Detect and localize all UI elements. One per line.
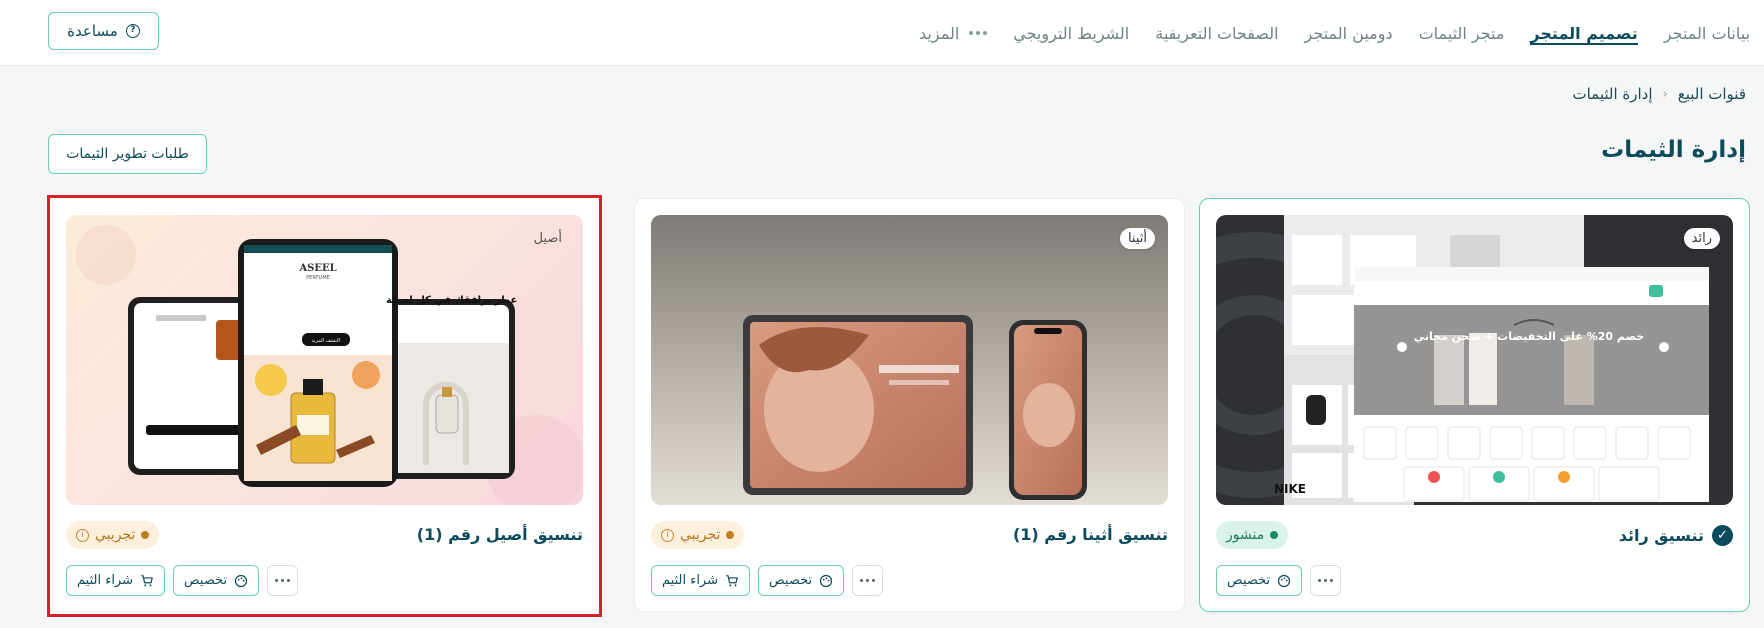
more-dots-icon — [1318, 579, 1334, 582]
dev-requests-label: طلبات تطوير الثيمات — [66, 146, 189, 162]
theme-actions: شراء الثيم تخصيص — [651, 565, 884, 596]
help-button[interactable]: ? مساعدة — [48, 12, 159, 50]
tab-label: دومين المتجر — [1304, 23, 1393, 43]
tab-label: متجر الثيمات — [1418, 23, 1505, 43]
theme-thumb-label: أثينا — [1119, 228, 1155, 249]
palette-icon — [1278, 574, 1291, 587]
aseel-brand-sub-text: PERFUME — [306, 275, 330, 281]
check-circle-icon: ✓ — [1712, 525, 1733, 546]
aseel-brand-text: ASEEL — [298, 263, 336, 274]
top-navigation-bar: بيانات المتجر تصميم المتجر متجر الثيمات … — [0, 0, 1764, 66]
tab-store-data[interactable]: بيانات المتجر — [1664, 0, 1750, 66]
store-tabs: بيانات المتجر تصميم المتجر متجر الثيمات … — [919, 0, 1750, 66]
raed-banner-text: خصم 20% على التخفيضات + شحن مجاني — [1414, 330, 1645, 343]
theme-preview-image[interactable]: أثينا — [651, 215, 1168, 505]
more-dots-icon — [969, 31, 988, 35]
athena-preview-art — [651, 215, 1168, 505]
aseel-headline-text: عطر يرافقك في كل لحظة — [386, 295, 517, 306]
theme-thumb-label: أصيل — [533, 231, 562, 246]
page-title: إدارة الثيمات — [1601, 137, 1746, 163]
customize-label: تخصيص — [184, 573, 228, 588]
status-dot-icon — [726, 531, 735, 539]
theme-card-athena: أثينا تنسيق أثينا رقم (1) تجريبي i شراء … — [634, 198, 1185, 612]
buy-theme-label: شراء الثيم — [77, 573, 133, 588]
customize-label: تخصيص — [769, 573, 813, 588]
theme-name-text: تنسيق أصيل رقم (1) — [416, 525, 583, 544]
tab-theme-store[interactable]: متجر الثيمات — [1419, 0, 1505, 66]
tab-label: المزيد — [919, 23, 960, 43]
tab-label: بيانات المتجر — [1663, 23, 1750, 43]
status-text: منشور — [1226, 527, 1265, 543]
tab-label: تصميم المتجر — [1530, 23, 1638, 43]
tab-store-design[interactable]: تصميم المتجر — [1530, 0, 1639, 66]
theme-thumb-label: رائد — [1683, 228, 1720, 249]
more-options-button[interactable] — [1310, 565, 1342, 596]
cart-icon — [141, 574, 153, 586]
breadcrumb-current: إدارة الثيمات — [1572, 85, 1653, 103]
customize-button[interactable]: تخصيص — [173, 565, 260, 596]
theme-preview-image[interactable]: ASEEL PERFUME عطر يرافقك في كل لحظة اكتش… — [66, 215, 583, 505]
status-text: تجريبي — [95, 527, 136, 543]
tab-landing-pages[interactable]: الصفحات التعريفية — [1155, 0, 1278, 66]
status-badge: منشور — [1216, 521, 1289, 549]
tab-promo-bar[interactable]: الشريط الترويجي — [1013, 0, 1129, 66]
more-options-button[interactable] — [267, 565, 299, 596]
more-dots-icon — [860, 579, 876, 582]
theme-name-text: تنسيق أثينا رقم (1) — [1012, 525, 1168, 544]
status-text: تجريبي — [680, 527, 721, 543]
raed-brand-text: NIKE — [1274, 482, 1306, 496]
status-badge: تجريبي i — [66, 521, 160, 549]
more-dots-icon — [275, 579, 291, 582]
info-icon[interactable]: i — [76, 528, 89, 542]
info-icon[interactable]: i — [661, 528, 674, 542]
buy-theme-button[interactable]: شراء الثيم — [66, 565, 165, 596]
theme-actions: شراء الثيم تخصيص — [66, 565, 299, 596]
status-dot-icon — [1270, 531, 1279, 539]
raed-preview-art: خصم 20% على التخفيضات + شحن مجاني NIKE — [1216, 215, 1709, 505]
customize-button[interactable]: تخصيص — [758, 565, 845, 596]
buy-theme-button[interactable]: شراء الثيم — [651, 565, 750, 596]
cart-icon — [726, 574, 738, 586]
breadcrumb: قنوات البيع ‹ إدارة الثيمات — [1572, 85, 1746, 103]
tab-label: الصفحات التعريفية — [1155, 23, 1279, 43]
tab-store-domain[interactable]: دومين المتجر — [1305, 0, 1393, 66]
breadcrumb-sales-channels[interactable]: قنوات البيع — [1678, 85, 1746, 103]
more-options-button[interactable] — [852, 565, 884, 596]
status-dot-icon — [141, 531, 150, 539]
theme-actions: تخصيص — [1216, 565, 1342, 596]
theme-name: تنسيق أثينا رقم (1) — [1013, 525, 1168, 544]
theme-name-text: تنسيق رائد — [1618, 526, 1704, 545]
status-badge: تجريبي i — [651, 521, 745, 549]
theme-preview-image[interactable]: خصم 20% على التخفيضات + شحن مجاني NIKE ر… — [1216, 215, 1733, 505]
palette-icon — [820, 574, 833, 587]
theme-name: تنسيق أصيل رقم (1) — [417, 525, 583, 544]
chevron-left-icon: ‹ — [1662, 86, 1668, 102]
buy-theme-label: شراء الثيم — [662, 573, 718, 588]
aseel-preview-art: ASEEL PERFUME عطر يرافقك في كل لحظة اكتش… — [76, 225, 583, 505]
tab-label: الشريط الترويجي — [1013, 23, 1130, 43]
palette-icon — [235, 574, 248, 587]
customize-button[interactable]: تخصيص — [1216, 565, 1303, 596]
aseel-cta-text: اكتشف المزيد — [311, 338, 340, 344]
tab-more[interactable]: المزيد — [919, 0, 988, 66]
theme-name: ✓ تنسيق رائد — [1619, 525, 1733, 546]
theme-card-raed: خصم 20% على التخفيضات + شحن مجاني NIKE ر… — [1199, 198, 1750, 612]
help-button-label: مساعدة — [67, 22, 118, 40]
theme-card-aseel: ASEEL PERFUME عطر يرافقك في كل لحظة اكتش… — [47, 195, 602, 617]
customize-label: تخصيص — [1227, 573, 1271, 588]
theme-dev-requests-button[interactable]: طلبات تطوير الثيمات — [48, 134, 207, 174]
question-icon: ? — [125, 24, 140, 38]
